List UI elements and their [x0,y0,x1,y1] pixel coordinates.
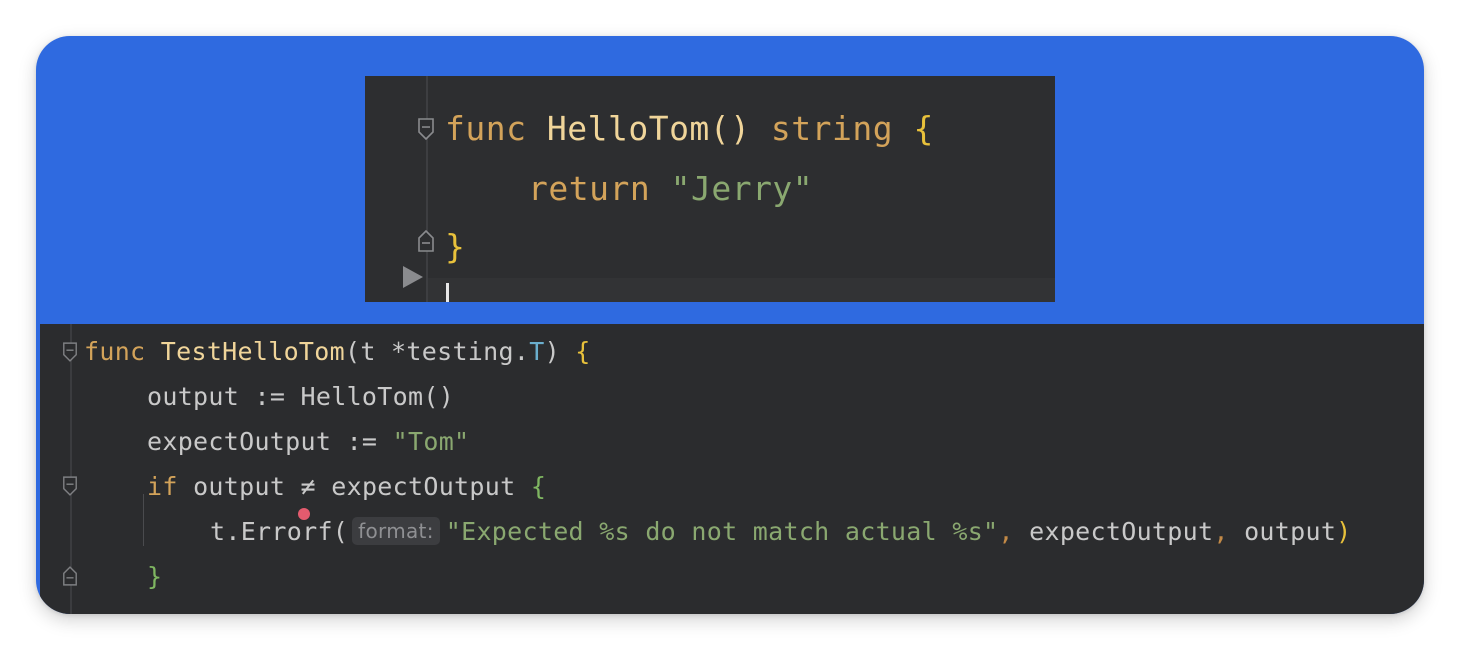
text-caret [446,283,449,302]
not-equal-op: ≠ [300,472,316,501]
code-line-2[interactable]: output := HelloTom() [147,380,454,414]
assign-op: := [254,382,286,411]
arg-expect-output: expectOutput [1029,517,1214,546]
code-line-3[interactable]: expectOutput := "Tom" [147,425,469,459]
bottom-code-editor[interactable]: func TestHelloTom(t *testing.T) { output… [40,324,1424,614]
params-open: (t *testing. [344,337,530,366]
gutter-divider [426,76,428,302]
open-brace: { [575,337,591,366]
fold-open-icon[interactable] [62,342,78,362]
fold-open-icon[interactable] [417,118,435,140]
function-name: TestHelloTom [160,337,345,366]
code-line-3[interactable]: } [445,227,465,267]
code-line-2[interactable]: return "Jerry" [528,169,813,209]
current-line-highlight [428,278,1055,302]
assign-op: := [346,427,378,456]
type-name: T [529,337,545,366]
fold-open-icon[interactable] [62,476,78,496]
keyword-func: func [445,109,527,148]
format-string: "Expected %s do not match actual %s" [445,517,999,546]
open-brace: { [913,109,934,148]
variable-expect-output: expectOutput [331,472,516,501]
keyword-func: func [84,337,146,366]
code-line-1[interactable]: func HelloTom() string { [445,109,934,149]
keyword-type: string [770,109,894,148]
parameter-hint: format: [352,517,440,545]
screenshot-frame: func HelloTom() string { return "Jerry" … [36,36,1424,614]
code-line-6[interactable]: } [147,560,162,594]
keyword-return: return [528,169,651,208]
indent-guide [143,494,144,546]
string-literal: "Jerry" [670,169,814,208]
fold-close-icon[interactable] [417,230,435,252]
run-arrow-icon[interactable] [403,266,423,288]
comma: , [998,517,1014,546]
fold-close-icon[interactable] [62,566,78,586]
call-hellotom: HelloTom() [300,382,455,411]
string-literal: "Tom" [392,427,470,456]
code-line-1[interactable]: func TestHelloTom(t *testing.T) { [84,335,591,369]
close-paren: ) [1336,517,1352,546]
function-name: HelloTom() [546,109,751,148]
variable-output: output [147,382,240,411]
variable-output: output [193,472,286,501]
comma: , [1213,517,1229,546]
code-line-5[interactable]: t.Errorf(format: "Expected %s do not matc… [210,515,1352,549]
variable-expect-output: expectOutput [147,427,332,456]
close-brace: } [147,562,163,591]
keyword-if: if [147,472,178,501]
top-code-editor[interactable]: func HelloTom() string { return "Jerry" … [365,76,1055,302]
code-line-4[interactable]: if output ≠ expectOutput { [147,470,546,504]
arg-output: output [1244,517,1337,546]
call-errorf: t.Errorf( [210,517,349,546]
close-brace: } [445,227,466,266]
open-brace: { [530,472,547,501]
params-close: ) [544,337,560,366]
